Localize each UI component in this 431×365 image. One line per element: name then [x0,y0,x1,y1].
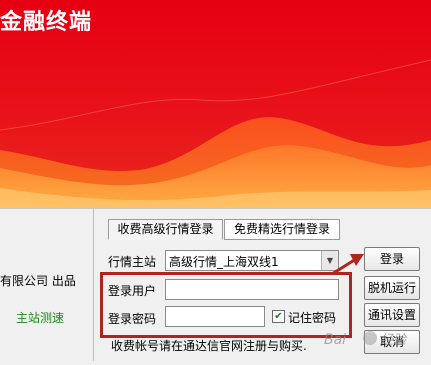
panel-divider [93,208,94,361]
watermark-logo: Bai 经验 [324,331,408,348]
svg-text:经验: 经验 [380,332,408,348]
login-button[interactable]: 登录 [364,247,420,271]
svg-text:Bai: Bai [324,332,346,348]
tab-free-login[interactable]: 免费精选行情登录 [224,219,340,240]
banner: 金融终端 [0,0,431,208]
app-title: 金融终端 [0,10,93,35]
offline-button[interactable]: 脱机运行 [364,276,420,300]
company-text: 有限公司 出品 [0,274,76,288]
server-label: 行情主站 [108,255,157,269]
watermark: Bai 经验 [318,318,431,361]
annotation-box [100,272,352,338]
server-select[interactable]: 高级行情_上海双线1 ▼ [165,250,339,271]
server-select-value: 高级行情_上海双线1 [169,255,279,269]
speed-test-link[interactable]: 主站测速 [16,309,64,326]
register-note: 收费帐号请在通达信官网注册与购买. [111,339,307,353]
tab-paid-login[interactable]: 收费高级行情登录 [108,219,223,240]
